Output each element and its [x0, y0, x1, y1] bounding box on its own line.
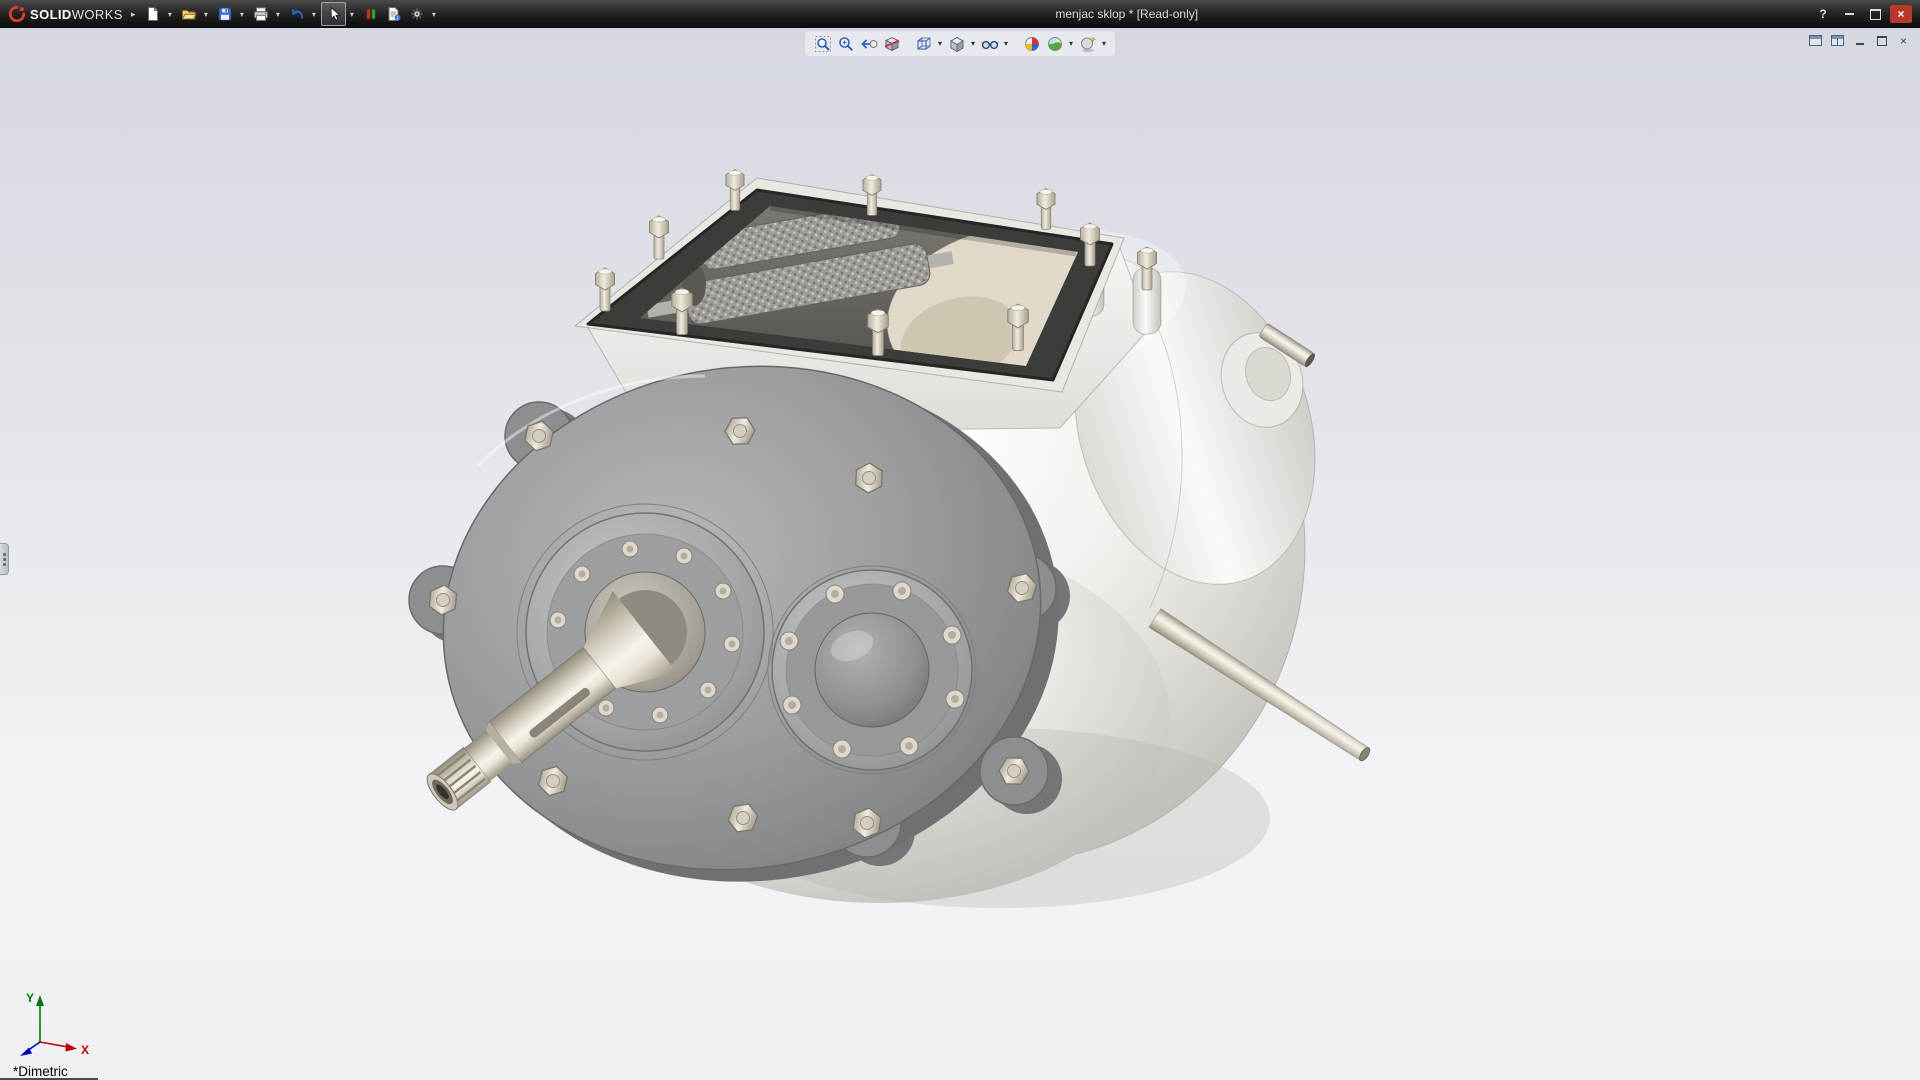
heads-up-view-toolbar: ▾ ▾ ▾: [805, 31, 1115, 56]
view-orientation-dropdown[interactable]: ▾: [935, 32, 945, 55]
new-document-button[interactable]: [141, 3, 164, 25]
hide-show-items-button[interactable]: [978, 32, 1001, 55]
quick-access-toolbar: ▾ ▾ ▾ ▾: [141, 2, 441, 26]
zoom-to-area-button[interactable]: [834, 32, 857, 55]
side-cover-plate[interactable]: [772, 570, 972, 770]
file-properties-icon: [386, 6, 402, 22]
view-orientation-button[interactable]: [912, 32, 935, 55]
zoom-to-fit-icon: [814, 35, 832, 53]
rebuild-button[interactable]: [359, 3, 382, 25]
zoom-to-area-icon: [837, 35, 855, 53]
brand-name-bold: SOLID: [30, 7, 72, 22]
save-icon: [217, 6, 233, 22]
apply-scene-dropdown[interactable]: ▾: [1066, 32, 1076, 55]
help-button[interactable]: ?: [1812, 5, 1834, 23]
minimize-icon: [1845, 13, 1854, 15]
view-settings-button[interactable]: [1076, 32, 1099, 55]
save-dropdown[interactable]: ▾: [236, 3, 247, 25]
titlebar: SOLIDWORKS ▸ ▾ ▾ ▾: [0, 0, 1920, 28]
save-button[interactable]: [213, 3, 236, 25]
file-properties-button[interactable]: [382, 3, 405, 25]
section-view-button[interactable]: [880, 32, 903, 55]
doc-restore-icon: [1877, 36, 1887, 46]
print-dropdown[interactable]: ▾: [272, 3, 283, 25]
doc-minimize-icon: [1856, 43, 1864, 45]
brand-name-light: WORKS: [72, 7, 123, 22]
options-gear-icon: [409, 6, 425, 22]
document-window-controls: ×: [1807, 33, 1912, 48]
restore-icon: [1870, 9, 1881, 20]
view-orientation-cube-icon: [915, 35, 933, 53]
rebuild-traffic-icon: [363, 6, 379, 22]
menu-flyout-icon[interactable]: ▸: [131, 9, 136, 20]
display-style-dropdown[interactable]: ▾: [968, 32, 978, 55]
view-settings-dropdown[interactable]: ▾: [1099, 32, 1109, 55]
select-cursor-icon: [326, 6, 342, 22]
x-axis-arrow: [66, 1043, 78, 1052]
x-axis-label: X: [81, 1043, 89, 1057]
y-axis-arrow: [36, 995, 44, 1006]
close-button[interactable]: ×: [1890, 5, 1912, 23]
graphics-viewport[interactable]: ▾ ▾ ▾: [0, 28, 1920, 1080]
scene-canvas[interactable]: [0, 28, 1920, 1080]
previous-view-icon: [860, 35, 878, 53]
hide-show-glasses-icon: [981, 35, 999, 53]
edit-appearance-button[interactable]: [1020, 32, 1043, 55]
view-settings-icon: [1079, 35, 1097, 53]
solidworks-logo-icon: [8, 5, 26, 23]
new-document-icon: [145, 6, 161, 22]
minimize-button[interactable]: [1838, 5, 1860, 23]
open-button[interactable]: [177, 3, 200, 25]
zoom-to-fit-button[interactable]: [811, 32, 834, 55]
select-dropdown[interactable]: ▾: [346, 3, 357, 25]
doc-window-pane-split-button[interactable]: [1829, 33, 1846, 48]
left-pane-splitter[interactable]: [0, 543, 9, 575]
apply-scene-button[interactable]: [1043, 32, 1066, 55]
new-document-dropdown[interactable]: ▾: [164, 3, 175, 25]
edit-appearance-sphere-icon: [1023, 35, 1041, 53]
section-view-icon: [883, 35, 901, 53]
undo-icon: [289, 6, 305, 22]
display-style-cube-icon: [948, 35, 966, 53]
doc-window-pane-button[interactable]: [1807, 33, 1824, 48]
options-button[interactable]: [405, 3, 428, 25]
doc-minimize-button[interactable]: [1851, 33, 1868, 48]
solidworks-brand[interactable]: SOLIDWORKS: [0, 5, 129, 23]
print-icon: [253, 6, 269, 22]
previous-view-button[interactable]: [857, 32, 880, 55]
reference-triad[interactable]: Y X: [10, 986, 102, 1060]
window-pane-icon: [1809, 35, 1822, 46]
apply-scene-sphere-icon: [1046, 35, 1064, 53]
undo-dropdown[interactable]: ▾: [308, 3, 319, 25]
hide-show-items-dropdown[interactable]: ▾: [1001, 32, 1011, 55]
view-orientation-label: *Dimetric: [13, 1064, 68, 1079]
window-controls: ? ×: [1812, 5, 1920, 23]
window-pane-split-icon: [1831, 35, 1844, 46]
doc-close-button[interactable]: ×: [1895, 33, 1912, 48]
open-dropdown[interactable]: ▾: [200, 3, 211, 25]
doc-restore-button[interactable]: [1873, 33, 1890, 48]
undo-button[interactable]: [285, 3, 308, 25]
print-button[interactable]: [249, 3, 272, 25]
y-axis-label: Y: [26, 991, 34, 1005]
restore-button[interactable]: [1864, 5, 1886, 23]
display-style-button[interactable]: [945, 32, 968, 55]
window-title: menjac sklop * [Read-only]: [441, 7, 1812, 21]
open-folder-icon: [181, 6, 197, 22]
select-button[interactable]: [321, 2, 346, 26]
options-dropdown[interactable]: ▾: [428, 3, 439, 25]
